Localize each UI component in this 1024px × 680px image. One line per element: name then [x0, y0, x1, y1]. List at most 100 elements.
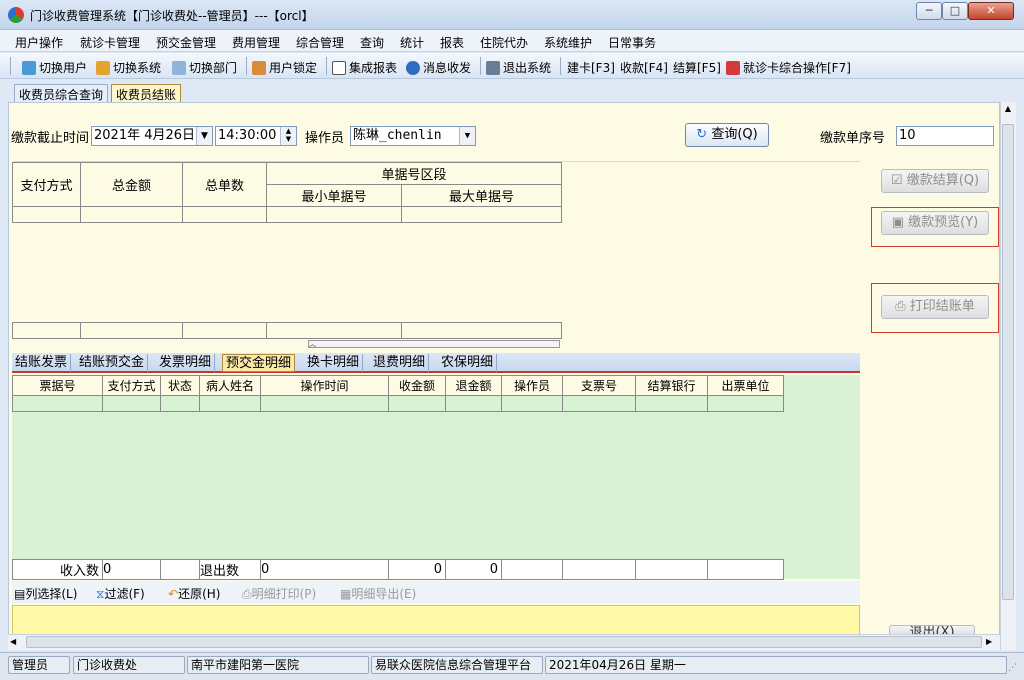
query-button[interactable]: ↻ 查询(Q) — [685, 123, 769, 147]
menu-deposit-mgmt[interactable]: 预交金管理 — [156, 34, 216, 51]
menu-reports[interactable]: 报表 — [440, 34, 464, 51]
switch-dept-button[interactable]: 切换部门 — [172, 59, 237, 76]
col-op-time[interactable]: 操作时间 — [260, 375, 389, 396]
income-count-label: 收入数 — [12, 559, 103, 580]
table-row[interactable] — [12, 395, 784, 412]
status-bar: 管理员 门诊收费处 南平市建阳第一医院 易联众医院信息综合管理平台 2021年0… — [0, 652, 1024, 680]
operator-select[interactable]: 陈琳_chenlin ▼ — [350, 126, 476, 146]
col-receipt-no[interactable]: 票据号 — [12, 375, 103, 396]
serial-label: 缴款单序号 — [820, 131, 886, 146]
users-icon — [22, 60, 36, 75]
filter-button[interactable]: ⧖过滤(F) — [96, 585, 145, 602]
report-icon — [332, 60, 346, 75]
card-ops-button[interactable]: 就诊卡综合操作[F7] — [726, 59, 851, 76]
col-min-receipt[interactable]: 最小单据号 — [266, 184, 402, 207]
columns-icon: ▤ — [14, 587, 26, 601]
col-max-receipt[interactable]: 最大单据号 — [401, 184, 562, 207]
menu-user-ops[interactable]: 用户操作 — [15, 34, 63, 51]
col-patient-name[interactable]: 病人姓名 — [199, 375, 261, 396]
detail-tab-bar: 结账发票 结账预交金 发票明细 预交金明细 换卡明细 退费明细 农保明细 — [12, 353, 860, 373]
tab-cashier-settlement[interactable]: 收费员结账 — [111, 84, 182, 102]
upper-grid-scrollbar[interactable]: ︿ — [308, 340, 560, 348]
column-select-button[interactable]: ▤列选择(L) — [14, 585, 77, 602]
menu-fee-mgmt[interactable]: 费用管理 — [232, 34, 280, 51]
tab-card-change-detail[interactable]: 换卡明细 — [304, 354, 364, 372]
cutoff-time-stepper[interactable]: 14:30:00 ▲ ▼ — [215, 126, 297, 146]
col-pay-method[interactable]: 支付方式 — [102, 375, 161, 396]
scroll-right-icon[interactable]: ▶ — [986, 637, 992, 646]
menu-card-mgmt[interactable]: 就诊卡管理 — [80, 34, 140, 51]
col-receipt-range: 单据号区段 — [266, 162, 562, 185]
col-total-amount[interactable]: 总金额 — [80, 162, 183, 207]
print-statement-button[interactable]: ⎙ 打印结账单 — [881, 295, 989, 319]
col-income-amount[interactable]: 收金额 — [388, 375, 446, 396]
exit-door-icon — [486, 60, 500, 75]
tab-rural-insurance-detail[interactable]: 农保明细 — [438, 354, 498, 372]
totals-blank — [562, 559, 636, 580]
tab-refund-detail[interactable]: 退费明细 — [370, 354, 430, 372]
refund-count-label: 退出数 — [199, 559, 261, 580]
lock-user-button[interactable]: 用户锁定 — [252, 59, 317, 76]
vertical-scrollbar[interactable]: ▲ — [1000, 102, 1016, 650]
cutoff-date-picker[interactable]: 2021年 4月26日 ▼ — [91, 126, 213, 146]
col-refund-amount[interactable]: 退金额 — [445, 375, 502, 396]
status-dept: 门诊收费处 — [73, 656, 185, 674]
scroll-up-icon[interactable]: ▲ — [1001, 104, 1015, 113]
toolbar-separator — [246, 57, 247, 75]
col-issuer[interactable]: 出票单位 — [707, 375, 784, 396]
menu-system-maintenance[interactable]: 系统维护 — [544, 34, 592, 51]
card-icon — [726, 60, 740, 75]
menu-inpatient-agency[interactable]: 住院代办 — [480, 34, 528, 51]
chevron-down-icon[interactable]: ▼ — [196, 127, 212, 145]
menu-general-mgmt[interactable]: 综合管理 — [296, 34, 344, 51]
col-total-count[interactable]: 总单数 — [182, 162, 267, 207]
status-platform: 易联众医院信息综合管理平台 — [371, 656, 543, 674]
tab-cashier-query[interactable]: 收费员综合查询 — [14, 84, 109, 102]
export-detail-button[interactable]: ▦明细导出(E) — [340, 585, 416, 602]
income-count-value: 0 — [102, 559, 161, 580]
cutoff-date-value: 2021年 4月26日 — [94, 128, 196, 143]
chevron-down-icon[interactable]: ▼ — [459, 127, 475, 145]
col-settle-bank[interactable]: 结算银行 — [635, 375, 708, 396]
scroll-thumb[interactable] — [1002, 124, 1014, 600]
refund-count-value: 0 — [260, 559, 389, 580]
tab-invoice-detail[interactable]: 发票明细 — [156, 354, 216, 372]
messages-button[interactable]: 消息收发 — [406, 59, 471, 76]
col-operator[interactable]: 操作员 — [501, 375, 563, 396]
menu-stats[interactable]: 统计 — [400, 34, 424, 51]
col-pay-method[interactable]: 支付方式 — [12, 162, 81, 207]
settle-button[interactable]: 结算[F5] — [673, 59, 721, 76]
charge-button[interactable]: 收款[F4] — [620, 59, 668, 76]
toolbar-separator — [326, 57, 327, 75]
preview-payment-button[interactable]: ▣ 缴款预览(Y) — [881, 211, 989, 235]
table-row[interactable] — [12, 206, 562, 223]
minimize-button[interactable]: ─ — [916, 2, 942, 20]
printer-icon: ⎙ — [242, 587, 252, 601]
col-check-no[interactable]: 支票号 — [562, 375, 636, 396]
refresh-icon: ↻ — [696, 127, 708, 142]
restore-button[interactable]: ↶还原(H) — [168, 585, 220, 602]
switch-user-button[interactable]: 切换用户 — [22, 59, 87, 76]
scroll-thumb[interactable] — [26, 636, 982, 648]
settle-payment-button[interactable]: ☑ 缴款结算(Q) — [881, 169, 989, 193]
spin-arrows-icon[interactable]: ▲ ▼ — [280, 127, 296, 145]
print-detail-button[interactable]: ⎙明细打印(P) — [242, 585, 316, 602]
exit-system-button[interactable]: 退出系统 — [486, 59, 551, 76]
col-status[interactable]: 状态 — [160, 375, 200, 396]
menu-daily-affairs[interactable]: 日常事务 — [608, 34, 656, 51]
close-button[interactable]: ✕ — [968, 2, 1014, 20]
horizontal-scrollbar[interactable]: ◀ ▶ — [8, 634, 1000, 650]
tab-settle-invoice[interactable]: 结账发票 — [12, 354, 72, 372]
info-icon — [406, 60, 420, 75]
tab-deposit-detail[interactable]: 预交金明细 — [222, 354, 296, 372]
integrated-report-button[interactable]: 集成报表 — [332, 59, 397, 76]
menu-query[interactable]: 查询 — [360, 34, 384, 51]
maximize-button[interactable]: □ — [942, 2, 968, 20]
toolbar-grip — [10, 57, 11, 75]
serial-input[interactable]: 10 — [896, 126, 994, 146]
resize-grip-icon[interactable]: ⋰ — [1008, 663, 1017, 673]
tab-settle-deposit[interactable]: 结账预交金 — [76, 354, 149, 372]
new-card-button[interactable]: 建卡[F3] — [567, 59, 615, 76]
switch-system-button[interactable]: 切换系统 — [96, 59, 161, 76]
scroll-left-icon[interactable]: ◀ — [10, 637, 16, 646]
